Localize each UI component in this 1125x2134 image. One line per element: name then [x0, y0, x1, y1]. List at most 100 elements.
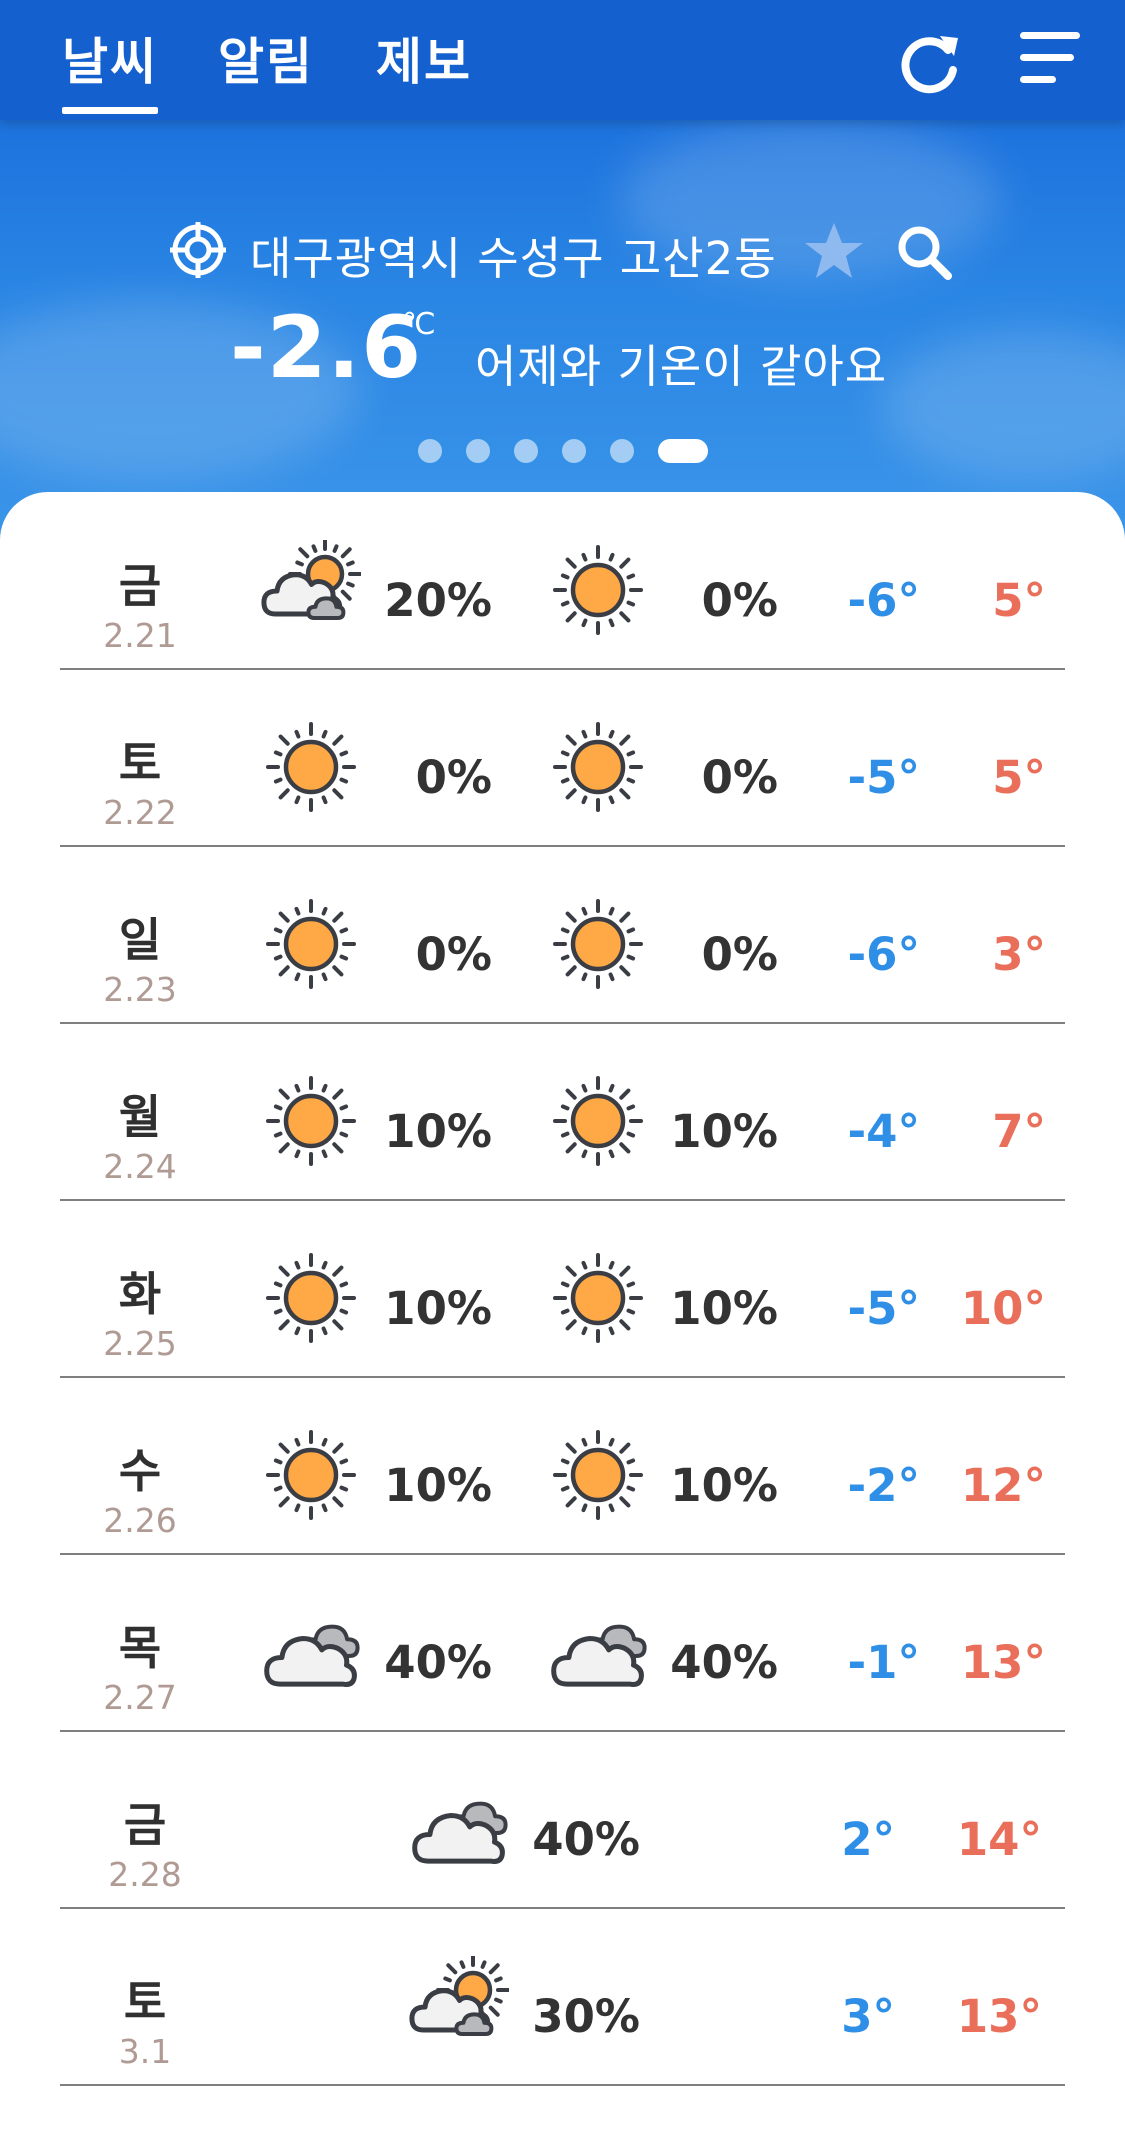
- day-name: 월: [118, 1090, 162, 1144]
- search-button[interactable]: [896, 224, 952, 280]
- pm-rain-chance: 40%: [670, 1636, 778, 1689]
- sun-icon: [261, 1425, 361, 1525]
- cloud-icon: [261, 1602, 361, 1702]
- forecast-row[interactable]: 금 2.28 40% 2° 14°: [0, 1731, 1125, 1909]
- refresh-button[interactable]: [896, 28, 964, 96]
- am-rain-chance: 10%: [384, 1105, 492, 1158]
- sun-icon: [548, 1071, 648, 1171]
- page-dot[interactable]: [418, 439, 442, 463]
- min-temperature: -6°: [847, 928, 921, 981]
- temperature-unit: ℃: [402, 307, 436, 342]
- day-name: 토: [118, 736, 162, 790]
- am-rain-chance: 10%: [384, 1459, 492, 1512]
- pm-rain-chance: 10%: [670, 1105, 778, 1158]
- day-name: 목: [118, 1621, 162, 1675]
- day-date: 2.24: [103, 1147, 177, 1186]
- menu-button[interactable]: [1020, 32, 1082, 84]
- weather-app: 날씨 알림 제보 대구광역시 수성구 고산2동 -2.6 ℃ 어제와 기온이 같…: [0, 0, 1125, 2134]
- day-name: 수: [118, 1444, 162, 1498]
- pm-rain-chance: 10%: [670, 1282, 778, 1335]
- location-name[interactable]: 대구광역시 수성구 고산2동: [250, 222, 777, 287]
- day-date: 2.26: [103, 1501, 177, 1540]
- min-temperature: -2°: [847, 1459, 921, 1512]
- sun-icon: [548, 540, 648, 640]
- pm-rain-chance: 0%: [701, 751, 778, 804]
- refresh-icon: [901, 36, 958, 94]
- page-dot[interactable]: [466, 439, 490, 463]
- min-temperature: -4°: [847, 1105, 921, 1158]
- cloud-icon: [548, 1602, 648, 1702]
- search-icon: [898, 226, 952, 280]
- pm-rain-chance: 0%: [701, 928, 778, 981]
- forecast-row[interactable]: 월 2.24 10% 10% -4° 7°: [0, 1023, 1125, 1201]
- day-name: 화: [118, 1267, 162, 1321]
- sun-icon: [261, 717, 361, 817]
- pm-rain-chance: 0%: [701, 574, 778, 627]
- sun-icon: [261, 1248, 361, 1348]
- min-temperature: -1°: [847, 1636, 921, 1689]
- forecast-row[interactable]: 목 2.27 40% 40% -1° 13°: [0, 1554, 1125, 1732]
- day-name: 일: [118, 913, 162, 967]
- tab-report[interactable]: 제보: [376, 22, 472, 94]
- max-temperature: 12°: [960, 1459, 1046, 1512]
- tab-weather[interactable]: 날씨: [62, 22, 158, 114]
- partly-cloudy-icon: [261, 537, 362, 640]
- min-temperature: 2°: [841, 1813, 895, 1866]
- day-name: 금: [123, 1798, 167, 1852]
- page-dot[interactable]: [658, 439, 708, 463]
- location-bar: 대구광역시 수성구 고산2동: [170, 218, 970, 285]
- am-rain-chance: 10%: [384, 1282, 492, 1335]
- pm-rain-chance: 10%: [670, 1459, 778, 1512]
- sun-icon: [548, 717, 648, 817]
- temperature-comparison: 어제와 기온이 같아요: [475, 340, 888, 393]
- page-dot[interactable]: [562, 439, 586, 463]
- rain-chance: 40%: [532, 1813, 640, 1866]
- sun-icon: [261, 1071, 361, 1171]
- max-temperature: 14°: [956, 1813, 1042, 1866]
- top-navigation-bar: 날씨 알림 제보: [0, 0, 1125, 120]
- min-temperature: -5°: [847, 1282, 921, 1335]
- am-rain-chance: 0%: [415, 928, 492, 981]
- forecast-row[interactable]: 토 3.1 30% 3° 13°: [0, 1908, 1125, 2086]
- page-dot[interactable]: [610, 439, 634, 463]
- min-temperature: -5°: [847, 751, 921, 804]
- tab-alerts[interactable]: 알림: [218, 22, 314, 94]
- forecast-row[interactable]: 수 2.26 10% 10% -2° 12°: [0, 1377, 1125, 1555]
- sun-icon: [548, 894, 648, 994]
- max-temperature: 7°: [992, 1105, 1046, 1158]
- max-temperature: 10°: [960, 1282, 1046, 1335]
- max-temperature: 13°: [960, 1636, 1046, 1689]
- am-rain-chance: 40%: [384, 1636, 492, 1689]
- partly-cloudy-icon: [409, 1953, 510, 2056]
- sun-icon: [261, 894, 361, 994]
- min-temperature: -6°: [847, 574, 921, 627]
- current-temperature: -2.6: [230, 298, 423, 398]
- max-temperature: 5°: [992, 751, 1046, 804]
- day-date: 2.23: [103, 970, 177, 1009]
- sun-icon: [548, 1425, 648, 1525]
- forecast-row[interactable]: 일 2.23 0% 0% -6° 3°: [0, 846, 1125, 1024]
- day-date: 3.1: [118, 2032, 172, 2071]
- menu-icon: [1020, 32, 1080, 39]
- forecast-row[interactable]: 금 2.21 20% 0% -6° 5°: [0, 492, 1125, 670]
- day-date: 2.25: [103, 1324, 177, 1363]
- forecast-row[interactable]: 토 2.22 0% 0% -5° 5°: [0, 669, 1125, 847]
- day-name: 토: [123, 1975, 167, 2029]
- sun-icon: [548, 1248, 648, 1348]
- star-icon: [805, 223, 863, 278]
- day-date: 2.21: [103, 616, 177, 655]
- location-target-icon: [170, 222, 226, 278]
- day-name: 금: [118, 559, 162, 613]
- max-temperature: 3°: [992, 928, 1046, 981]
- rain-chance: 30%: [532, 1990, 640, 2043]
- page-dot[interactable]: [514, 439, 538, 463]
- location-target-button[interactable]: [170, 222, 226, 278]
- forecast-row[interactable]: 화 2.25 10% 10% -5° 10°: [0, 1200, 1125, 1378]
- favorite-button[interactable]: [803, 220, 865, 282]
- row-divider: [60, 2084, 1065, 2086]
- am-rain-chance: 20%: [384, 574, 492, 627]
- max-temperature: 13°: [956, 1990, 1042, 2043]
- day-date: 2.27: [103, 1678, 177, 1717]
- am-rain-chance: 0%: [415, 751, 492, 804]
- cloud-icon: [409, 1779, 509, 1879]
